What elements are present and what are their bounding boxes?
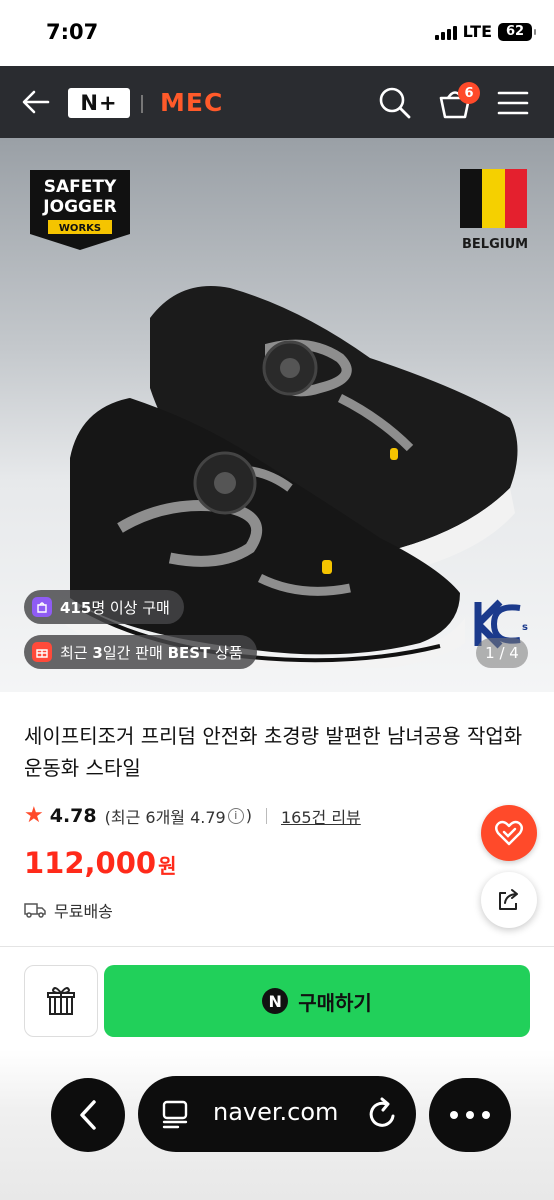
product-image-carousel[interactable]: SAFETY JOGGER WORKS BELGIUM s 415명 이상 구매… (0, 138, 554, 692)
status-indicators: LTE 62 (434, 22, 536, 41)
reload-icon[interactable] (366, 1096, 400, 1132)
badge-line-3: WORKS (59, 223, 101, 234)
like-button[interactable] (481, 805, 537, 861)
price-unit: 원 (158, 854, 177, 878)
cart-count-badge: 6 (458, 82, 480, 104)
best-seller-badge: 최근 3일간 판매 BEST 상품 (24, 635, 257, 669)
price-value: 112,000 (24, 846, 157, 880)
battery-level: 62 (505, 24, 525, 39)
logo-text: N+ (80, 91, 118, 115)
star-icon: ★ (24, 803, 44, 828)
best-label: BEST (167, 643, 211, 662)
purchase-suffix: 명 이상 구매 (91, 598, 170, 617)
safety-jogger-logo: SAFETY JOGGER WORKS (30, 170, 130, 250)
rating-value: 4.78 (49, 804, 97, 827)
buy-label: 구매하기 (298, 990, 372, 1015)
hamburger-menu-icon[interactable] (497, 90, 529, 116)
browser-more-button[interactable] (429, 1078, 511, 1152)
badge-line-1: SAFETY (44, 177, 117, 197)
rating-close: ) (245, 806, 252, 825)
best-days: 3 (92, 643, 103, 662)
rating-divider (265, 807, 267, 824)
back-arrow-icon[interactable] (20, 88, 52, 116)
heart-check-icon (495, 820, 523, 846)
purchase-text: 415명 이상 구매 (60, 597, 170, 618)
app-header: N+ MEC 6 (0, 66, 554, 138)
best-suffix: 상품 (210, 643, 243, 662)
page-total: 4 (509, 644, 519, 662)
url-domain: naver.com (213, 1098, 339, 1126)
store-brand[interactable]: MEC (160, 88, 223, 117)
status-bar: 7:07 LTE 62 (0, 0, 554, 66)
section-divider (0, 946, 554, 947)
address-bar[interactable]: naver.com (138, 1076, 416, 1152)
browser-back-button[interactable] (51, 1078, 125, 1152)
info-icon[interactable]: i (227, 807, 244, 824)
status-time: 7:07 (46, 20, 99, 44)
review-count-link[interactable]: 165건 리뷰 (281, 804, 361, 828)
search-icon[interactable] (378, 86, 412, 120)
more-dot (466, 1111, 474, 1119)
more-dot (450, 1111, 458, 1119)
purchase-count-badge: 415명 이상 구매 (24, 590, 184, 624)
npay-icon: N (262, 988, 289, 1014)
badge-line-2: JOGGER (42, 197, 116, 217)
buy-now-button[interactable]: N 구매하기 (104, 965, 530, 1037)
shipping-label: 무료배송 (54, 902, 113, 921)
rating-row: ★ 4.78 (최근 6개월 4.79 i ) 165건 리뷰 (24, 803, 361, 828)
rating-recent: (최근 6개월 4.79 (104, 807, 226, 827)
page-current: 1 (485, 644, 495, 662)
share-icon (499, 889, 518, 910)
best-text: 최근 3일간 판매 BEST 상품 (60, 642, 243, 663)
image-page-indicator: 1 / 4 (476, 638, 528, 668)
product-title: 세이프티조거 프리덤 안전화 초경량 발편한 남녀공용 작업화 운동화 스타일 (24, 724, 523, 780)
gift-box-icon (32, 642, 52, 662)
network-label: LTE (462, 22, 492, 41)
naver-plus-logo[interactable]: N+ (68, 88, 130, 118)
reader-mode-icon[interactable] (160, 1098, 192, 1130)
gift-icon (47, 987, 75, 1015)
best-mid: 일간 판매 (102, 643, 168, 662)
gift-button[interactable] (24, 965, 98, 1037)
truck-icon (24, 903, 46, 918)
belgium-flag (460, 169, 527, 228)
purchase-count: 415 (60, 598, 92, 617)
shipping-row: 무료배송 (24, 898, 113, 922)
best-prefix: 최근 (60, 643, 93, 662)
price-row: 112,000 원 (24, 846, 177, 880)
shopping-bag-icon (32, 597, 52, 617)
signal-icon (434, 24, 457, 40)
svg-text:s: s (522, 622, 528, 633)
more-dot (482, 1111, 490, 1119)
share-button[interactable] (481, 872, 537, 928)
battery-icon: 62 (498, 22, 536, 41)
logo-separator (141, 95, 143, 113)
chevron-left-icon (80, 1100, 96, 1130)
